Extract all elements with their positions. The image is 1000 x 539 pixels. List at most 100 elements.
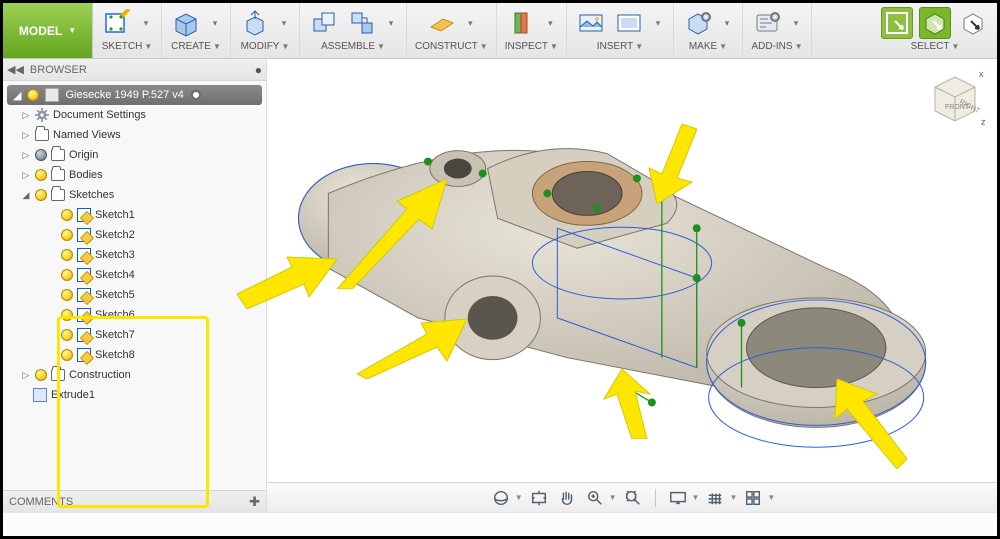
inspect-dropdown[interactable]: ▾ bbox=[543, 18, 557, 29]
chevron-down-icon[interactable]: ▼ bbox=[635, 42, 643, 51]
node-label: Sketch1 bbox=[95, 209, 135, 221]
chevron-down-icon[interactable]: ▼ bbox=[692, 493, 700, 502]
node-document-settings[interactable]: ▷ Document Settings bbox=[3, 105, 266, 125]
node-label: Sketch4 bbox=[95, 269, 135, 281]
chevron-down-icon[interactable]: ▼ bbox=[480, 42, 488, 51]
create-sketch-button[interactable] bbox=[101, 7, 133, 39]
expand-icon[interactable]: ▷ bbox=[21, 150, 31, 161]
node-origin[interactable]: ▷ Origin bbox=[3, 145, 266, 165]
node-sketch-item[interactable]: Sketch2 bbox=[3, 225, 266, 245]
zoom-icon[interactable] bbox=[583, 486, 607, 510]
viewport-canvas[interactable]: FRONT RIGHT x z ▼ ▼ ▼ ▼ ▼ bbox=[267, 59, 997, 512]
lightbulb-off-icon[interactable] bbox=[35, 149, 47, 161]
folder-icon bbox=[51, 169, 65, 181]
node-sketch-item[interactable]: Sketch6 bbox=[3, 305, 266, 325]
grid-settings-icon[interactable] bbox=[703, 486, 727, 510]
3d-print-button[interactable] bbox=[682, 7, 714, 39]
node-sketch-item[interactable]: Sketch3 bbox=[3, 245, 266, 265]
node-sketch-item[interactable]: Sketch8 bbox=[3, 345, 266, 365]
orbit-icon[interactable] bbox=[489, 486, 513, 510]
make-dropdown[interactable]: ▾ bbox=[720, 18, 734, 29]
create-dropdown[interactable]: ▾ bbox=[208, 18, 222, 29]
lightbulb-icon[interactable] bbox=[61, 209, 73, 221]
collapse-icon[interactable]: ◢ bbox=[21, 190, 31, 201]
expand-icon[interactable]: ▷ bbox=[21, 130, 31, 141]
workspace-switcher-button[interactable]: MODEL ▼ bbox=[3, 3, 93, 58]
free-select-button[interactable] bbox=[919, 7, 951, 39]
node-sketch-item[interactable]: Sketch5 bbox=[3, 285, 266, 305]
display-settings-icon[interactable] bbox=[666, 486, 690, 510]
node-label: Sketch7 bbox=[95, 329, 135, 341]
activate-radio-icon[interactable] bbox=[190, 89, 202, 101]
group-label: INSPECT bbox=[505, 41, 548, 52]
press-pull-button[interactable] bbox=[239, 7, 271, 39]
chevron-down-icon[interactable]: ▼ bbox=[377, 42, 385, 51]
expand-icon[interactable]: ▷ bbox=[21, 170, 31, 181]
group-label: CONSTRUCT bbox=[415, 41, 478, 52]
group-label: ASSEMBLE bbox=[321, 41, 375, 52]
comments-header[interactable]: COMMENTS ✚ bbox=[3, 490, 266, 512]
lightbulb-icon[interactable] bbox=[61, 349, 73, 361]
chevron-down-icon[interactable]: ▼ bbox=[550, 42, 558, 51]
sketch-icon bbox=[77, 328, 91, 342]
lightbulb-icon[interactable] bbox=[35, 169, 47, 181]
lightbulb-icon[interactable] bbox=[61, 229, 73, 241]
sketch-icon bbox=[77, 308, 91, 322]
fit-icon[interactable] bbox=[621, 486, 645, 510]
scripts-button[interactable] bbox=[751, 7, 783, 39]
chevron-down-icon[interactable]: ▼ bbox=[609, 493, 617, 502]
assemble-dropdown[interactable]: ▾ bbox=[384, 18, 398, 29]
addins-dropdown[interactable]: ▾ bbox=[789, 18, 803, 29]
lightbulb-icon[interactable] bbox=[61, 309, 73, 321]
document-root-node[interactable]: ◢ Giesecke 1949 P.527 v4 bbox=[7, 85, 262, 105]
node-extrude[interactable]: Extrude1 bbox=[3, 385, 266, 405]
view-cube[interactable]: FRONT RIGHT x z bbox=[923, 67, 987, 131]
lightbulb-icon[interactable] bbox=[61, 269, 73, 281]
node-named-views[interactable]: ▷ Named Views bbox=[3, 125, 266, 145]
node-bodies[interactable]: ▷ Bodies bbox=[3, 165, 266, 185]
chevron-down-icon[interactable]: ▼ bbox=[144, 42, 152, 51]
insert-canvas-button[interactable] bbox=[613, 7, 645, 39]
pan-icon[interactable] bbox=[555, 486, 579, 510]
ribbon-groups: ▾ SKETCH▼ ▾ CREATE▼ ▾ MODIFY▼ bbox=[93, 3, 997, 58]
expand-icon[interactable]: ▷ bbox=[21, 110, 31, 121]
node-sketch-item[interactable]: Sketch1 bbox=[3, 205, 266, 225]
extrude-button[interactable] bbox=[170, 7, 202, 39]
sketch-dropdown[interactable]: ▾ bbox=[139, 18, 153, 29]
lightbulb-icon[interactable] bbox=[61, 289, 73, 301]
collapse-left-icon[interactable]: ◀◀ bbox=[7, 63, 24, 76]
expand-icon[interactable]: ▷ bbox=[21, 370, 31, 381]
viewport-layout-icon[interactable] bbox=[741, 486, 765, 510]
chevron-down-icon[interactable]: ▼ bbox=[729, 493, 737, 502]
pin-icon[interactable]: ● bbox=[255, 63, 262, 77]
lightbulb-icon[interactable] bbox=[27, 89, 39, 101]
lightbulb-icon[interactable] bbox=[35, 369, 47, 381]
lightbulb-icon[interactable] bbox=[61, 249, 73, 261]
construct-dropdown[interactable]: ▾ bbox=[463, 18, 477, 29]
construct-plane-button[interactable] bbox=[425, 7, 457, 39]
modify-dropdown[interactable]: ▾ bbox=[277, 18, 291, 29]
add-comment-icon[interactable]: ✚ bbox=[249, 494, 260, 510]
chevron-down-icon[interactable]: ▼ bbox=[951, 42, 959, 51]
node-construction[interactable]: ▷ Construction bbox=[3, 365, 266, 385]
chevron-down-icon[interactable]: ▼ bbox=[767, 493, 775, 502]
joint-button[interactable] bbox=[346, 7, 378, 39]
look-at-icon[interactable] bbox=[527, 486, 551, 510]
chevron-down-icon[interactable]: ▼ bbox=[719, 42, 727, 51]
measure-button[interactable] bbox=[505, 7, 537, 39]
chevron-down-icon[interactable]: ▼ bbox=[281, 42, 289, 51]
chevron-down-icon[interactable]: ▼ bbox=[213, 42, 221, 51]
node-sketch-item[interactable]: Sketch7 bbox=[3, 325, 266, 345]
lightbulb-icon[interactable] bbox=[61, 329, 73, 341]
node-sketches[interactable]: ◢ Sketches bbox=[3, 185, 266, 205]
new-component-button[interactable] bbox=[308, 7, 340, 39]
lightbulb-icon[interactable] bbox=[35, 189, 47, 201]
insert-dropdown[interactable]: ▾ bbox=[651, 18, 665, 29]
node-sketch-item[interactable]: Sketch4 bbox=[3, 265, 266, 285]
insert-decal-button[interactable] bbox=[575, 7, 607, 39]
chevron-down-icon[interactable]: ▼ bbox=[795, 42, 803, 51]
window-select-button[interactable] bbox=[881, 7, 913, 39]
chevron-down-icon[interactable]: ▼ bbox=[515, 493, 523, 502]
folder-icon bbox=[35, 129, 49, 141]
paint-select-button[interactable] bbox=[957, 7, 989, 39]
